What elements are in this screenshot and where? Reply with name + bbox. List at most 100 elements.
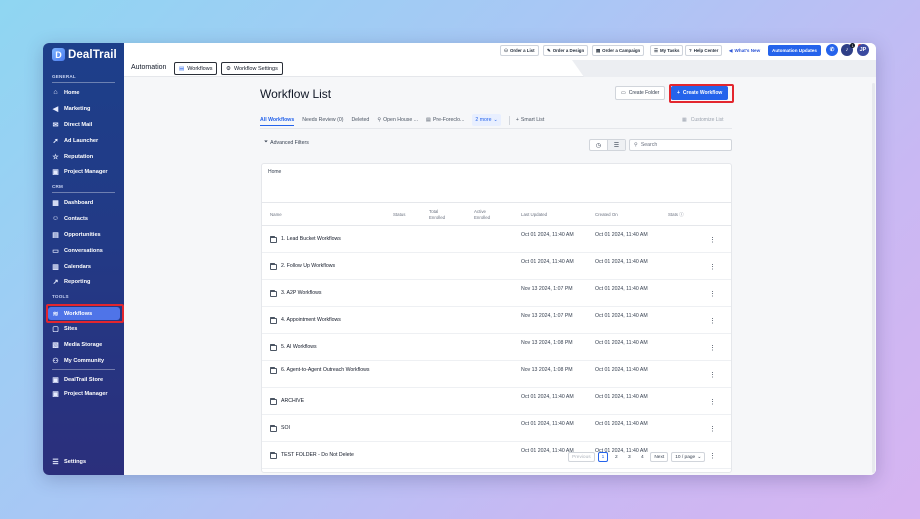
contacts-icon: ☺ xyxy=(51,215,60,222)
created-on-cell: Oct 01 2024, 11:40 AM xyxy=(595,394,648,400)
workflow-name-cell[interactable]: SOI xyxy=(270,424,370,433)
table-row[interactable]: preforclosureNov 10 2024, 3:30 PMNov 10 … xyxy=(262,469,731,472)
more-options-icon[interactable]: ⋮ xyxy=(709,317,716,325)
more-options-icon[interactable]: ⋮ xyxy=(709,425,716,433)
page-button[interactable]: 3 xyxy=(624,452,634,462)
avatar[interactable]: JP xyxy=(857,44,869,56)
tab-all-workflows[interactable]: All Workflows xyxy=(260,114,295,126)
sidebar-item-label: Dashboard xyxy=(64,199,94,206)
sidebar-item-dealtrail-store[interactable]: ▣ DealTrail Store xyxy=(48,373,120,386)
page-button[interactable]: 2 xyxy=(611,452,621,462)
order-campaign-button[interactable]: ▤ Order a Campaign xyxy=(592,45,645,56)
smart-list-button[interactable]: + Smart List xyxy=(516,114,544,126)
page-size-select[interactable]: 10 / page ⌄ xyxy=(671,452,706,462)
page-button[interactable]: 4 xyxy=(637,452,647,462)
sidebar-item-conversations[interactable]: ▭ Conversations xyxy=(48,244,120,257)
sidebar-item-media-storage[interactable]: ▧ Media Storage xyxy=(48,338,120,351)
chart-icon: ↗ xyxy=(52,278,59,286)
divider xyxy=(52,192,115,193)
order-design-button[interactable]: ✎ Order a Design xyxy=(543,45,589,56)
sidebar-item-my-community[interactable]: ⚇ My Community xyxy=(48,354,120,367)
section-label-general: GENERAL xyxy=(52,74,76,79)
phone-icon[interactable]: ✆ xyxy=(826,44,838,56)
workflow-name-cell[interactable]: 4. Appointment Workflows xyxy=(270,316,370,325)
more-options-icon[interactable]: ⋮ xyxy=(709,236,716,244)
create-workflow-button[interactable]: + Create Workflow xyxy=(671,86,729,100)
sidebar-item-home[interactable]: ⌂ Home xyxy=(48,86,120,99)
help-center-button[interactable]: ? Help Center xyxy=(685,45,723,56)
more-options-icon[interactable]: ⋮ xyxy=(709,290,716,298)
whats-new-link[interactable]: ◀ What's New xyxy=(729,45,760,56)
breadcrumb[interactable]: Home xyxy=(268,169,281,175)
workflows-tab-button[interactable]: ▤ Workflows xyxy=(174,62,218,75)
more-options-icon[interactable]: ⋮ xyxy=(709,263,716,271)
previous-page-button[interactable]: Previous xyxy=(568,452,595,462)
sidebar-item-settings[interactable]: ☰ Settings xyxy=(48,455,120,468)
table-row[interactable]: 6. Agent-to-Agent Outreach Workflows Nov … xyxy=(262,361,731,388)
last-updated-cell: Oct 01 2024, 11:40 AM xyxy=(521,232,574,238)
workflow-name-cell[interactable]: 6. Agent-to-Agent Outreach Workflows xyxy=(270,366,370,375)
sidebar-item-marketing[interactable]: ◀ Marketing xyxy=(48,102,120,115)
divider xyxy=(52,369,115,370)
workflow-name-cell[interactable]: ARCHIVE xyxy=(270,397,370,406)
more-options-icon[interactable]: ⋮ xyxy=(709,371,716,379)
tab-pre-foreclosure[interactable]: ▤ Pre-Foreclo... xyxy=(426,114,464,126)
create-folder-button[interactable]: ▭ Create Folder xyxy=(615,86,666,100)
automation-updates-button[interactable]: Automation Updates xyxy=(768,45,821,56)
logo[interactable]: D DealTrail xyxy=(52,48,117,61)
advanced-filters-button[interactable]: ⏷ Advanced Filters xyxy=(264,139,309,146)
column-header-name[interactable]: Name xyxy=(270,212,282,218)
more-options-icon[interactable]: ⋮ xyxy=(709,398,716,406)
table-row[interactable]: ARCHIVE Oct 01 2024, 11:40 AM Oct 01 2024,… xyxy=(262,388,731,415)
order-list-button[interactable]: ⚇ Order a List xyxy=(500,45,539,56)
table-row[interactable]: 2. Follow Up Workflows Oct 01 2024, 11:40… xyxy=(262,253,731,280)
column-header-total-enrolled[interactable]: Total Enrolled xyxy=(429,209,449,220)
next-page-button[interactable]: Next xyxy=(650,452,669,462)
rocket-icon: ➚ xyxy=(52,137,59,145)
sidebar-item-ad-launcher[interactable]: ➚ Ad Launcher xyxy=(48,134,120,147)
workflow-name-cell[interactable]: 5. AI Workflows xyxy=(270,343,370,352)
sidebar-item-contacts[interactable]: ☺ Contacts xyxy=(48,212,120,225)
table-row[interactable]: 4. Appointment Workflows Nov 13 2024, 1:0… xyxy=(262,307,731,334)
table-row[interactable]: SOI Oct 01 2024, 11:40 AM Oct 01 2024, 11:… xyxy=(262,415,731,442)
customize-list-button[interactable]: ▦ Customize List xyxy=(682,117,724,123)
column-header-active-enrolled[interactable]: Active Enrolled xyxy=(474,209,496,220)
workflow-name-cell[interactable]: TEST FOLDER - Do Not Delete xyxy=(270,451,370,460)
tab-deleted[interactable]: Deleted xyxy=(351,114,369,126)
more-options-icon[interactable]: ⋮ xyxy=(709,452,716,460)
sidebar-item-direct-mail[interactable]: ✉ Direct Mail xyxy=(48,118,120,131)
sidebar-item-workflows[interactable]: ≋ Workflows xyxy=(48,307,120,320)
scrollbar[interactable] xyxy=(872,83,875,473)
chevron-down-icon: ⌄ xyxy=(493,117,498,123)
more-options-icon[interactable]: ⋮ xyxy=(709,344,716,352)
workflow-name-cell[interactable]: 3. A2P Workflows xyxy=(270,289,370,298)
column-header-last-updated[interactable]: Last Updated xyxy=(521,212,547,218)
workflow-name-cell[interactable]: 1. Lead Bucket Workflows xyxy=(270,235,370,244)
sidebar-item-sites[interactable]: ▢ Sites xyxy=(48,322,120,335)
workflow-settings-button[interactable]: ⚙ Workflow Settings xyxy=(221,62,283,75)
sidebar-item-calendars[interactable]: ▥ Calendars xyxy=(48,260,120,273)
workflow-name-cell[interactable]: 2. Follow Up Workflows xyxy=(270,262,370,271)
tab-more[interactable]: 2 more ⌄ xyxy=(472,114,501,126)
table-row[interactable]: 3. A2P Workflows Nov 13 2024, 1:07 PM Oct … xyxy=(262,280,731,307)
page-button[interactable]: 1 xyxy=(597,452,609,462)
sidebar-item-reporting[interactable]: ↗ Reporting xyxy=(48,275,120,288)
sidebar-item-project-manager[interactable]: ▣ Project Manager xyxy=(48,165,120,178)
sidebar-item-project-manager-bottom[interactable]: ▣ Project Manager xyxy=(48,387,120,400)
clock-icon[interactable]: ◷ xyxy=(590,140,607,150)
column-header-status[interactable]: Status xyxy=(393,212,405,218)
list-view-icon[interactable]: ☰ xyxy=(607,140,625,150)
table-row[interactable]: 1. Lead Bucket Workflows Oct 01 2024, 11:… xyxy=(262,226,731,253)
tab-open-house[interactable]: ⚲ Open House ... xyxy=(377,114,418,126)
sidebar-item-label: Calendars xyxy=(64,263,92,270)
table-row[interactable]: 5. AI Workflows Nov 13 2024, 1:08 PM Oct 0… xyxy=(262,334,731,361)
sidebar-item-dashboard[interactable]: ▦ Dashboard xyxy=(48,196,120,209)
search-input[interactable] xyxy=(640,142,731,148)
column-header-stats[interactable]: Stats ⓘ xyxy=(668,212,684,218)
tab-needs-review[interactable]: Needs Review (0) xyxy=(302,114,343,126)
sidebar-item-reputation[interactable]: ☆ Reputation xyxy=(48,150,120,163)
my-tasks-button[interactable]: ☰ My Tasks xyxy=(650,45,684,56)
column-header-created-on[interactable]: Created On xyxy=(595,212,618,218)
sidebar-item-opportunities[interactable]: ▤ Opportunities xyxy=(48,228,120,241)
folder-icon xyxy=(270,235,277,243)
